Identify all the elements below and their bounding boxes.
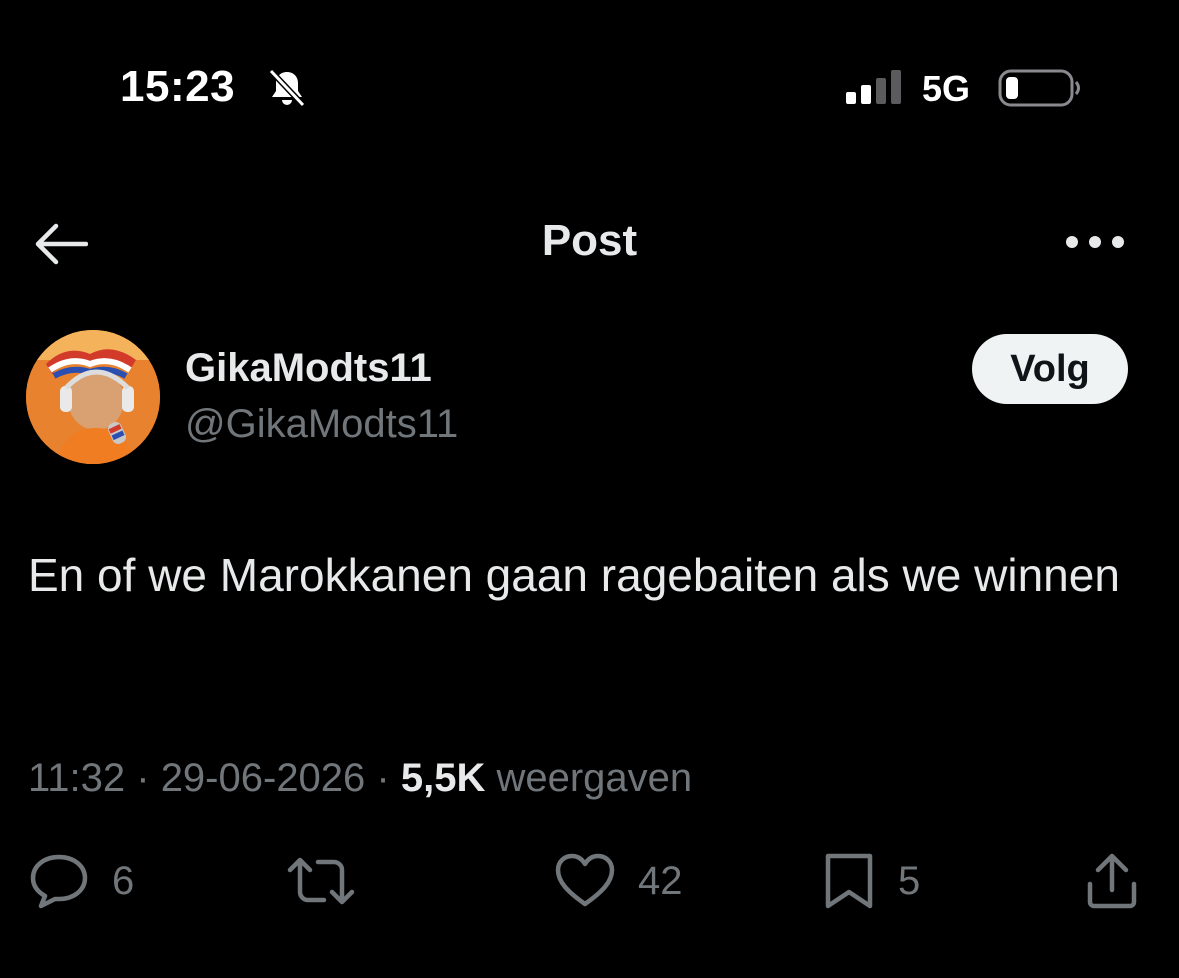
views-label[interactable]: weergaven [496,756,692,800]
avatar-image [26,330,160,464]
bookmark-button[interactable]: 5 [822,852,920,910]
meta-separator: · [125,756,161,800]
reply-button[interactable]: 6 [28,852,134,910]
bell-slash-icon [268,68,306,108]
reply-count: 6 [112,858,135,903]
retweet-button[interactable] [286,852,356,910]
bookmark-icon [825,853,873,909]
reply-icon [30,854,88,909]
post-time: 11:32 [28,756,126,800]
avatar[interactable] [26,330,160,464]
post-meta: 11:32 · 29-06-2026 · 5,5K weergaven [28,756,692,801]
network-label: 5G [922,68,971,109]
meta-separator: · [365,756,401,800]
like-icon [555,853,615,907]
follow-button[interactable]: Volg [972,334,1128,404]
post-text: En of we Marokkanen gaan ragebaiten als … [28,549,1120,601]
views-count[interactable]: 5,5K [401,756,486,800]
author-handle[interactable]: @GikaModts11 [185,402,458,447]
author-display-name[interactable]: GikaModts11 [185,346,432,391]
bookmark-count: 5 [898,858,921,903]
signal-icon [846,70,901,104]
like-count: 42 [638,858,683,903]
like-button[interactable]: 42 [554,852,683,910]
post-date: 29-06-2026 [160,756,366,800]
more-horizontal-icon[interactable] [1064,232,1126,252]
share-button[interactable] [1084,852,1140,910]
battery-icon [998,69,1080,107]
status-time: 15:23 [120,62,236,111]
share-icon [1087,853,1137,909]
page-title: Post [541,216,638,265]
retweet-icon [287,857,355,905]
